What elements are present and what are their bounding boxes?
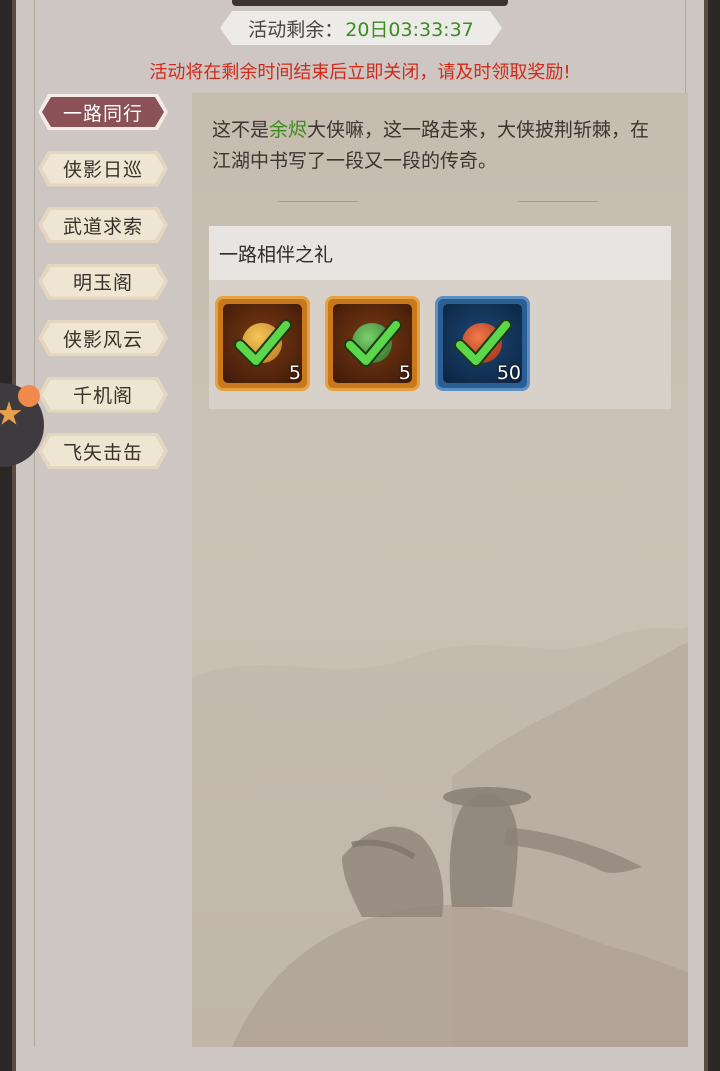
tab-label: 一路同行: [62, 102, 143, 125]
claimed-check-icon: [344, 319, 402, 367]
tab-label: 侠影风云: [62, 328, 143, 351]
tab-wudao-qiusuo[interactable]: 武道求索: [38, 207, 168, 243]
timer-value: 20日03:33:37: [345, 18, 474, 41]
reward-item[interactable]: 5: [325, 296, 420, 391]
timer-banner: 活动剩余： 20日03:33:37: [220, 11, 502, 45]
tab-feishi-jifou[interactable]: 飞矢击缶: [38, 433, 168, 469]
timer-label: 活动剩余：: [248, 18, 344, 41]
reward-item[interactable]: 50: [435, 296, 530, 391]
claimed-check-icon: [234, 319, 292, 367]
top-handle: [232, 0, 508, 6]
gift-card: 一路相伴之礼 5 5 50: [209, 226, 671, 409]
panel-bottom-edge: [16, 1047, 704, 1071]
tab-label: 武道求索: [62, 215, 143, 238]
tab-label: 千机阁: [72, 385, 133, 407]
tab-yilu-tongxing[interactable]: 一路同行: [38, 94, 168, 130]
star-icon: [0, 401, 22, 425]
tab-label: 侠影日巡: [62, 159, 143, 181]
tab-list: 一路同行 侠影日巡 武道求索 明玉阁 侠影风云 千机阁 飞矢击缶: [38, 94, 168, 490]
notification-dot: [18, 385, 40, 407]
ornament-divider: [278, 201, 598, 203]
tab-qianji-ge[interactable]: 千机阁: [38, 377, 168, 413]
player-name: 余烬: [269, 119, 308, 141]
item-quantity: 5: [398, 362, 411, 384]
tab-xiaying-fengyun[interactable]: 侠影风云: [38, 320, 168, 356]
item-quantity: 50: [496, 362, 521, 384]
item-quantity: 5: [288, 362, 301, 384]
reward-list: 5 5 50: [215, 296, 530, 391]
tab-xiaying-rixun[interactable]: 侠影日巡: [38, 151, 168, 187]
tab-label: 明玉阁: [72, 272, 133, 294]
gift-title: 一路相伴之礼: [209, 226, 671, 280]
tab-mingyu-ge[interactable]: 明玉阁: [38, 264, 168, 300]
reward-item[interactable]: 5: [215, 296, 310, 391]
description-text-start: 这不是: [212, 119, 270, 141]
activity-description: 这不是余烬大侠嘛，这一路走来，大侠披荆斩棘，在江湖中书写了一段又一段的传奇。: [212, 115, 668, 177]
tab-label: 飞矢击缶: [62, 441, 143, 464]
ink-landscape-illustration: [192, 627, 688, 1047]
close-notice: 活动将在剩余时间结束后立即关闭，请及时领取奖励!: [149, 62, 571, 83]
content-panel: 这不是余烬大侠嘛，这一路走来，大侠披荆斩棘，在江湖中书写了一段又一段的传奇。 一…: [192, 93, 688, 1047]
